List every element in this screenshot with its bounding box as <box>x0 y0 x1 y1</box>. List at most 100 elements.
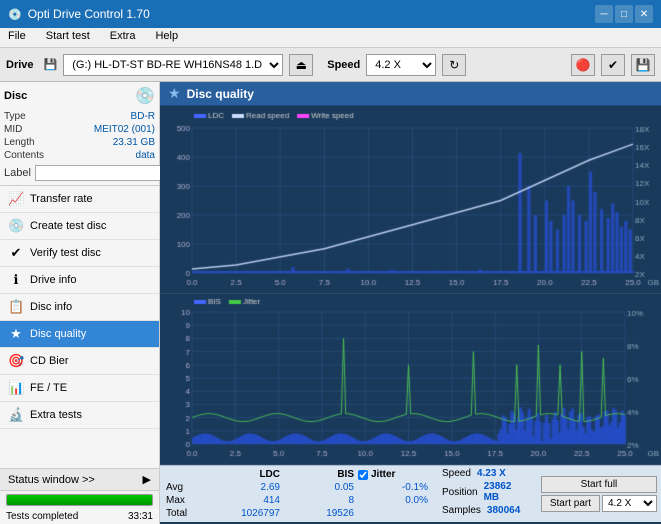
stats-table: LDC BIS Jitter Avg 2.69 0.05 -0.1% <box>160 466 434 522</box>
toolbar: Drive 💾 (G:) HL-DT-ST BD-RE WH16NS48 1.D… <box>0 48 661 82</box>
status-time: 33:31 <box>128 511 153 522</box>
drive-select[interactable]: (G:) HL-DT-ST BD-RE WH16NS48 1.D3 <box>63 54 283 76</box>
speed-row: Speed 4.23 X <box>442 468 529 479</box>
verify-test-disc-icon: ✔ <box>8 245 24 261</box>
stats-ldc-header: LDC <box>210 469 280 480</box>
menu-help[interactable]: Help <box>151 30 182 45</box>
menu-file[interactable]: File <box>4 30 30 45</box>
progress-bar-fill <box>7 495 152 505</box>
stats-header-row: LDC BIS Jitter <box>166 468 428 481</box>
sidebar-item-cd-bier[interactable]: 🎯 CD Bier <box>0 348 159 375</box>
content-header: ★ Disc quality <box>160 82 661 106</box>
bis-jitter-chart <box>160 294 661 464</box>
transfer-rate-label: Transfer rate <box>30 193 93 205</box>
cd-bier-icon: 🎯 <box>8 353 24 369</box>
position-row: Position 23862 MB <box>442 481 529 503</box>
status-window-button[interactable]: Status window >> ▶ <box>0 469 159 491</box>
speed-select[interactable]: 4.2 X <box>366 54 436 76</box>
drive-info-label: Drive info <box>30 274 76 286</box>
label-label: Label <box>4 167 31 179</box>
action-buttons: Start full Start part 4.2 X <box>537 466 661 522</box>
disc-panel: Disc 💿 Type BD-R MID MEIT02 (001) Length… <box>0 82 159 186</box>
total-ldc: 1026797 <box>210 508 280 519</box>
total-bis: 19526 <box>284 508 354 519</box>
start-full-button[interactable]: Start full <box>541 476 657 493</box>
contents-label: Contents <box>4 150 44 161</box>
disc-icon: 💿 <box>135 86 155 106</box>
avg-jitter: -0.1% <box>358 482 428 493</box>
create-test-disc-label: Create test disc <box>30 220 106 232</box>
extra-tests-icon: 🔬 <box>8 407 24 423</box>
verify-test-disc-label: Verify test disc <box>30 247 101 259</box>
sidebar-item-create-test-disc[interactable]: 💿 Create test disc <box>0 213 159 240</box>
speed-info: Speed 4.23 X Position 23862 MB Samples 3… <box>434 466 537 522</box>
disc-info-label: Disc info <box>30 301 72 313</box>
app-title: Opti Drive Control 1.70 <box>28 7 150 21</box>
stats-jitter-header: Jitter <box>358 469 428 480</box>
drive-info-icon: ℹ <box>8 272 24 288</box>
menu-extra[interactable]: Extra <box>106 30 140 45</box>
stats-total-row: Total 1026797 19526 <box>166 507 428 520</box>
sidebar-item-transfer-rate[interactable]: 📈 Transfer rate <box>0 186 159 213</box>
upper-chart-area <box>160 106 661 294</box>
sidebar-item-verify-test-disc[interactable]: ✔ Verify test disc <box>0 240 159 267</box>
drive-icon: 💾 <box>44 58 58 71</box>
samples-row: Samples 380064 <box>442 505 529 516</box>
content-header-icon: ★ <box>168 85 181 102</box>
stats-empty-col <box>166 469 206 480</box>
disc-quality-label: Disc quality <box>30 328 86 340</box>
burn-button[interactable]: 🔴 <box>571 54 595 76</box>
sidebar-item-disc-info[interactable]: 📋 Disc info <box>0 294 159 321</box>
avg-label: Avg <box>166 482 206 493</box>
extra-tests-label: Extra tests <box>30 409 82 421</box>
start-part-button[interactable]: Start part <box>541 495 600 512</box>
content-area: ★ Disc quality LDC BIS <box>160 82 661 524</box>
avg-ldc: 2.69 <box>210 482 280 493</box>
close-button[interactable]: ✕ <box>635 5 653 23</box>
minimize-button[interactable]: ─ <box>595 5 613 23</box>
sidebar-item-drive-info[interactable]: ℹ Drive info <box>0 267 159 294</box>
speed-label: Speed <box>327 59 360 71</box>
speed-select-small[interactable]: 4.2 X <box>602 495 657 512</box>
stats-max-row: Max 414 8 0.0% <box>166 494 428 507</box>
app-icon: 💿 <box>8 8 22 21</box>
max-ldc: 414 <box>210 495 280 506</box>
save-button[interactable]: 💾 <box>631 54 655 76</box>
label-input[interactable] <box>35 165 173 181</box>
speed-info-label: Speed <box>442 468 471 479</box>
total-jitter <box>358 508 428 519</box>
sidebar: Disc 💿 Type BD-R MID MEIT02 (001) Length… <box>0 82 160 524</box>
mid-label: MID <box>4 124 22 135</box>
refresh-button[interactable]: ↻ <box>442 54 466 76</box>
max-jitter: 0.0% <box>358 495 428 506</box>
fe-te-label: FE / TE <box>30 382 67 394</box>
progress-container <box>0 491 159 509</box>
verify-button[interactable]: ✔ <box>601 54 625 76</box>
contents-value: data <box>136 150 155 161</box>
sidebar-item-extra-tests[interactable]: 🔬 Extra tests <box>0 402 159 429</box>
sidebar-item-fe-te[interactable]: 📊 FE / TE <box>0 375 159 402</box>
disc-panel-title: Disc <box>4 90 27 102</box>
length-value: 23.31 GB <box>113 137 155 148</box>
chevron-icon: ▶ <box>143 473 151 486</box>
drive-label: Drive <box>6 59 34 71</box>
length-label: Length <box>4 137 35 148</box>
create-test-disc-icon: 💿 <box>8 218 24 234</box>
nav-items: 📈 Transfer rate💿 Create test disc✔ Verif… <box>0 186 159 429</box>
status-completed-text: Tests completed <box>6 511 78 522</box>
sidebar-item-disc-quality[interactable]: ★ Disc quality <box>0 321 159 348</box>
eject-button[interactable]: ⏏ <box>289 54 313 76</box>
jitter-checkbox[interactable] <box>358 470 368 480</box>
type-value: BD-R <box>131 111 155 122</box>
maximize-button[interactable]: □ <box>615 5 633 23</box>
max-bis: 8 <box>284 495 354 506</box>
bottom-stats: LDC BIS Jitter Avg 2.69 0.05 -0.1% <box>160 465 661 522</box>
disc-info-icon: 📋 <box>8 299 24 315</box>
position-value: 23862 MB <box>484 481 529 503</box>
menu-start-test[interactable]: Start test <box>42 30 94 45</box>
disc-quality-icon: ★ <box>8 326 24 342</box>
content-title: Disc quality <box>187 87 254 101</box>
stats-avg-row: Avg 2.69 0.05 -0.1% <box>166 481 428 494</box>
status-text-row: Tests completed 33:31 <box>0 509 159 524</box>
max-label: Max <box>166 495 206 506</box>
